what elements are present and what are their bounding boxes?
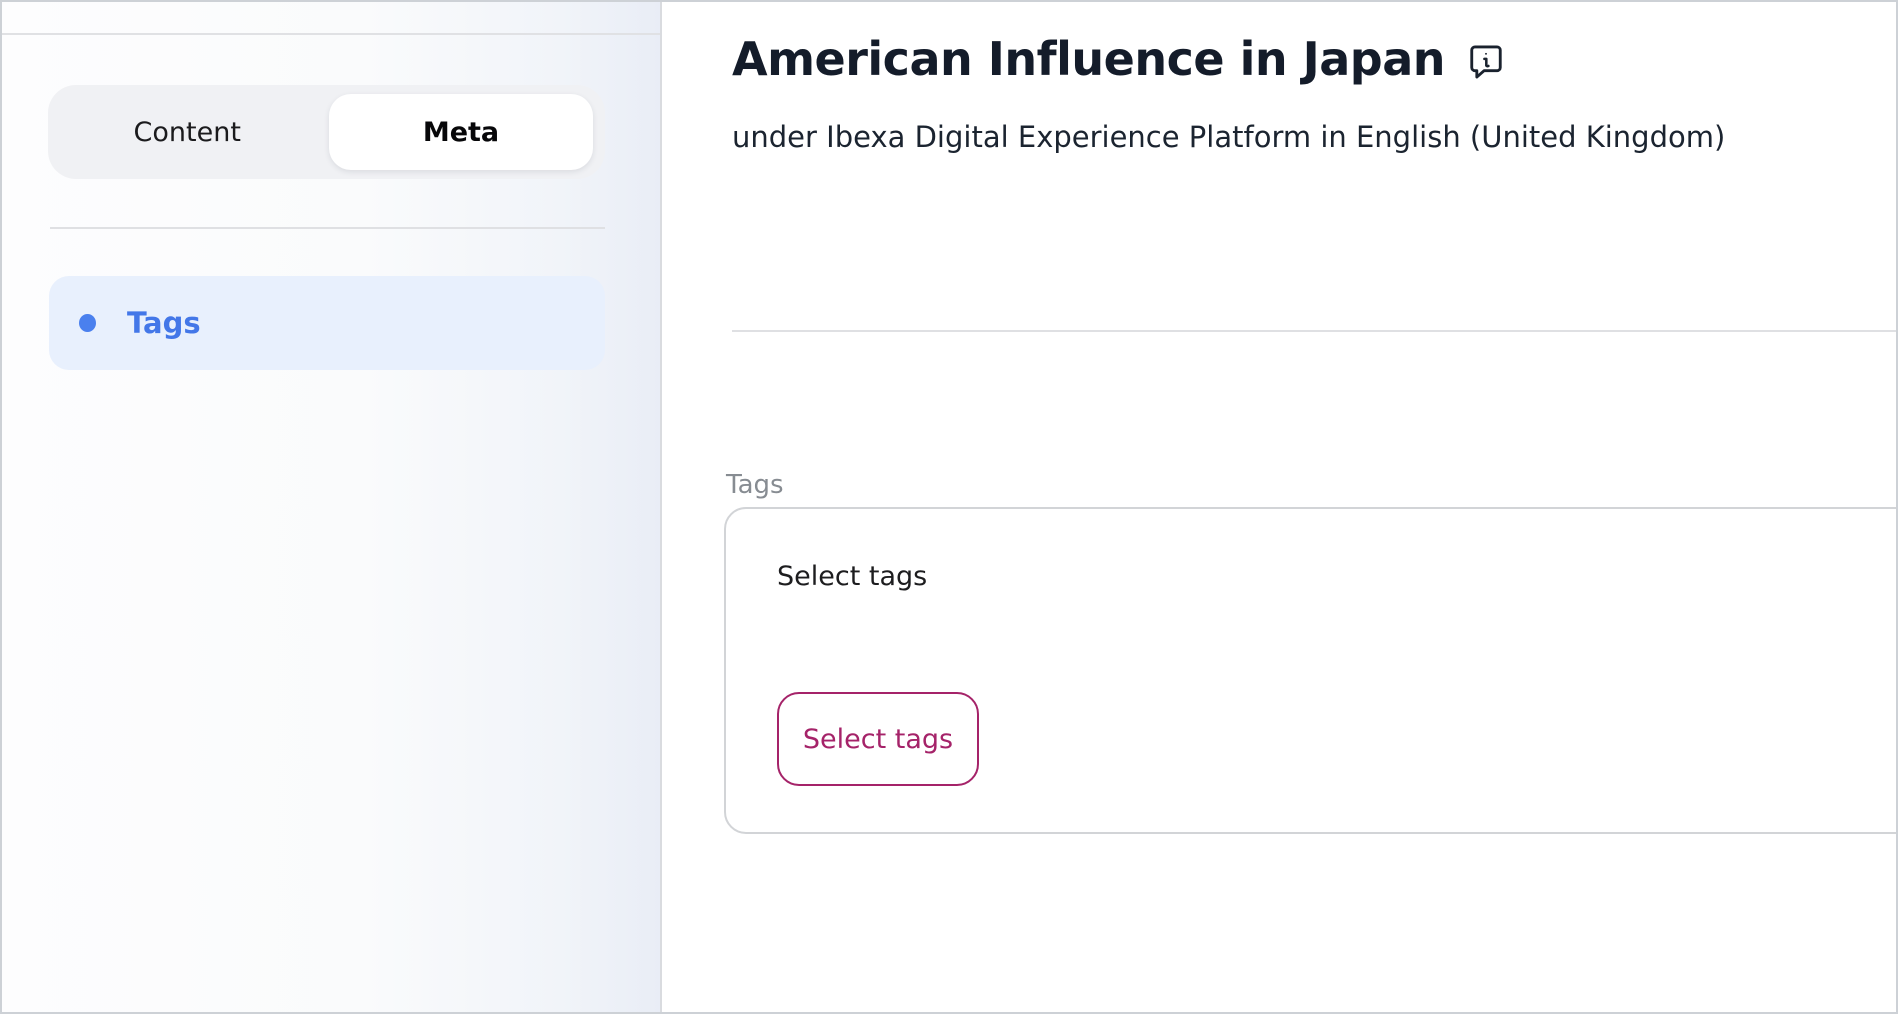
sidebar-top-divider — [2, 33, 660, 35]
sidebar-item-tags[interactable]: Tags — [49, 276, 605, 370]
sidebar-section-divider — [50, 227, 605, 229]
content-edit-window: Content Meta Tags American Influence in … — [0, 0, 1898, 1014]
title-row: American Influence in Japan — [732, 30, 1505, 90]
main-content-area: American Influence in Japan under Ibexa … — [664, 2, 1896, 1012]
header-divider — [732, 330, 1896, 332]
select-tags-field-title: Select tags — [777, 561, 927, 592]
tags-field-label: Tags — [726, 470, 784, 500]
info-speech-bubble-icon[interactable] — [1467, 43, 1505, 81]
tab-meta[interactable]: Meta — [329, 94, 593, 170]
select-tags-button[interactable]: Select tags — [777, 692, 979, 786]
content-meta-tab-switcher: Content Meta — [48, 85, 605, 179]
anchor-sidebar: Content Meta Tags — [2, 2, 662, 1012]
sidebar-item-label: Tags — [127, 306, 201, 340]
tab-content[interactable]: Content — [48, 85, 327, 179]
content-location-subtitle: under Ibexa Digital Experience Platform … — [732, 120, 1725, 154]
tags-field-card: Select tags Select tags — [724, 507, 1898, 834]
anchor-dot-icon — [79, 314, 96, 332]
page-title: American Influence in Japan — [732, 30, 1445, 90]
